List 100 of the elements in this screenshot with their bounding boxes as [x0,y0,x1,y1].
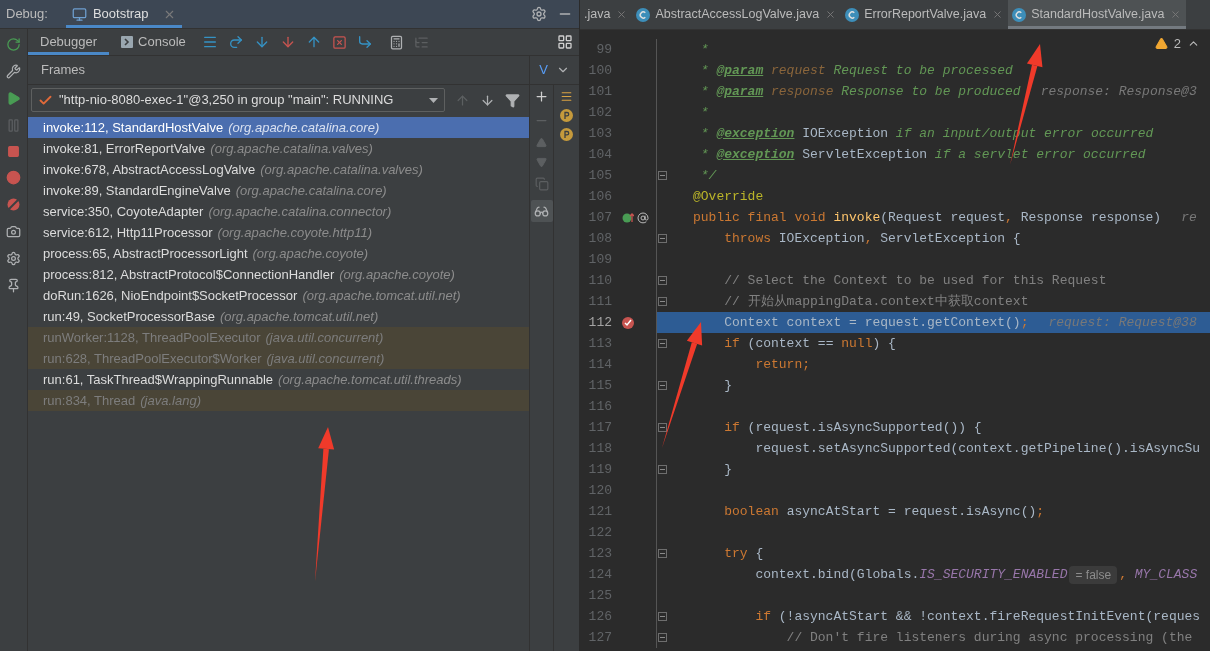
method-name: invoke [833,208,881,227]
frames-title: Frames [41,61,86,80]
editor-tab[interactable]: AbstractAccessLogValve.java [632,0,842,29]
doc-param: request [770,61,826,80]
code-keyword: , [864,229,874,248]
doc-comment: * [699,124,710,143]
code-text: } [723,376,732,395]
line-number: 127 [587,628,612,647]
doc-tag: @exception [716,123,795,144]
code-keyword: if [723,418,740,437]
inline-value-hint: request: Request@38 [1048,313,1197,332]
doc-comment: * [699,145,710,164]
line-number: 109 [587,250,612,269]
line-number: 125 [587,586,612,605]
line-number: 106 [587,187,612,206]
doc-param: response [770,82,834,101]
stack-frame-row[interactable]: run:49, SocketProcessorBase (org.apache.tomcat.util.net) [28,306,529,327]
line-number: 117 [587,418,612,437]
inline-value-hint: = false [1069,565,1118,584]
editor-tab[interactable]: ErrorReportValve.java [841,0,1009,29]
code-text: ServletException { [880,229,1021,248]
code-text: { [754,544,764,563]
debugger-tab[interactable]: Debugger [28,29,110,55]
code-keyword: public final void [693,208,827,227]
code-text: } [723,460,732,479]
line-number: 123 [587,544,612,563]
doc-comment: * [699,82,710,101]
doc-tag: @param [716,60,764,81]
line-number: 110 [587,271,612,290]
code-keyword: throws [723,229,771,248]
debug-session-tab[interactable]: Bootstrap [65,0,182,28]
code-keyword: if [723,334,740,353]
inline-value-hint: re [1181,208,1197,227]
code-text: (context == [746,334,835,353]
debug-label: Debug: [6,5,48,24]
stack-frame-row[interactable]: invoke:89, StandardEngineValve (org.apache.catalina.core) [28,180,529,201]
editor-tab[interactable]: StandardHostValve.java [1008,0,1187,29]
line-number: 103 [587,124,612,143]
line-number: 121 [587,502,612,521]
editor-tab[interactable]: .java [580,0,633,29]
warning-count: 2 [1173,35,1181,53]
code-keyword: ; [1036,502,1045,521]
code-text: request.setAsyncSupported(context.getPipeline().isAsyncSu [754,439,1201,458]
doc-comment: */ [699,166,717,185]
code-text: context.bind(Globals. [754,565,920,584]
line-number: 101 [587,82,612,101]
stack-frame-row[interactable]: process:65, AbstractProcessorLight (org.apache.coyote) [28,243,529,264]
constant: MY_CLASS [1134,565,1198,584]
code-text: (request.isAsyncSupported()) { [746,418,982,437]
code-text: ServletException [801,145,928,164]
doc-comment: * [699,103,709,122]
code-text: Response response) [1020,208,1162,227]
line-number: 126 [587,607,612,626]
code-keyword: return; [754,355,811,374]
stack-frame-row[interactable]: doRun:1626, NioEndpoint$SocketProcessor (org.apache.tomcat.util.net) [28,285,529,306]
line-number: 119 [587,460,612,479]
code-text: (!asyncAtStart && !context.fireRequestInitEvent(reques [777,607,1201,626]
code-keyword: try [723,544,748,563]
line-number: 111 [587,292,612,311]
line-number: 107 [587,208,612,227]
line-number: 115 [587,376,612,395]
doc-comment: * [699,61,710,80]
line-number: 105 [587,166,612,185]
annotation: @Override [693,187,764,206]
line-number: 113 [587,334,612,353]
line-number: 102 [587,103,612,122]
line-number: 114 [587,355,612,374]
line-number: 124 [587,565,612,584]
code-text: (Request request [880,208,1006,227]
stack-frame-row[interactable]: service:612, Http11Processor (org.apache.coyote.http11) [28,222,529,243]
doc-tag: @exception [716,144,795,165]
thread-dropdown[interactable]: "http-nio-8080-exec-1"@3,250 in group "main": RUNNING [31,88,445,112]
variables-header: V [539,61,548,80]
code-keyword: , [1119,565,1128,584]
line-number: 122 [587,523,612,542]
line-number: 112 [587,313,612,332]
stack-frame-row[interactable]: process:812, AbstractProtocol$ConnectionHandler (org.apache.coyote) [28,264,529,285]
line-number: 120 [587,481,612,500]
doc-tag: @param [716,81,764,102]
code-keyword: ; [1020,313,1029,332]
stack-frame-row[interactable]: run:61, TaskThread$WrappingRunnable (org.apache.tomcat.util.threads) [28,369,529,390]
debugger-tab[interactable]: Console [109,29,198,55]
code-keyword: boolean [723,502,779,521]
stack-frame-row[interactable]: invoke:112, StandardHostValve (org.apache.catalina.core) [28,117,529,138]
doc-comment: * [699,40,709,59]
code-comment: // 开始从mappingData.context中获取context [723,292,1029,311]
code-keyword: null [841,334,873,353]
stack-frame-row[interactable]: invoke:678, AbstractAccessLogValve (org.apache.catalina.valves) [28,159,529,180]
stack-frame-row[interactable]: service:350, CoyoteAdapter (org.apache.catalina.connector) [28,201,529,222]
constant: IS_SECURITY_ENABLED [919,565,1068,584]
code-comment: // Don't fire listeners during async processing (the [785,628,1193,647]
stack-frame-row[interactable]: invoke:81, ErrorReportValve (org.apache.catalina.valves) [28,138,529,159]
doc-comment: Response to be produced [840,82,1021,101]
code-text: ) { [872,334,896,353]
code-text: IOException [801,124,889,143]
doc-comment: Request to be processed [832,61,1013,80]
inline-value-hint: response: Response@3 [1040,82,1197,101]
line-number: 118 [587,439,612,458]
line-number: 108 [587,229,612,248]
code-text: asyncAtStart = request.isAsync() [785,502,1037,521]
